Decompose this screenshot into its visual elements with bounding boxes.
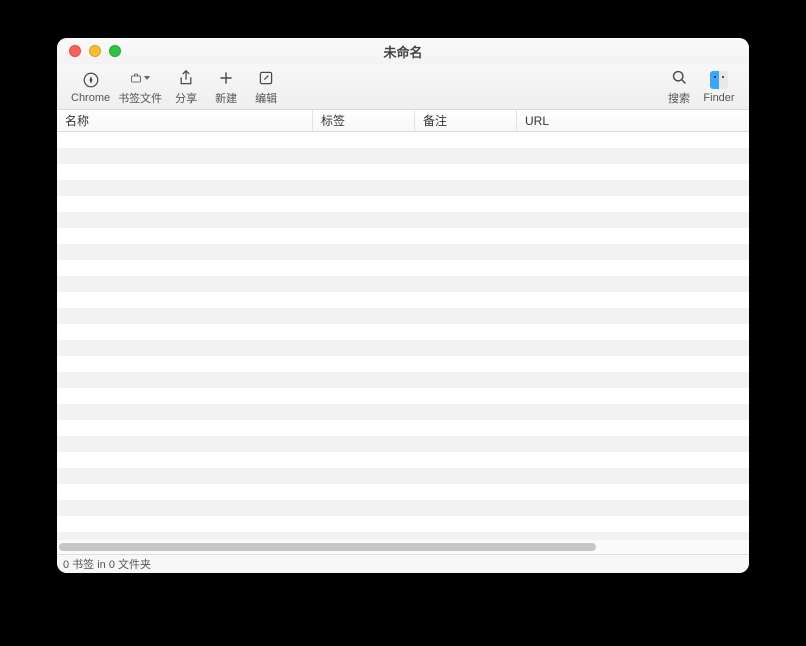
share-label: 分享 [175, 90, 197, 106]
horizontal-scrollbar-track[interactable] [57, 540, 749, 554]
table-body [57, 132, 749, 540]
table-row[interactable] [57, 468, 749, 484]
table-row[interactable] [57, 132, 749, 148]
toolbar: Chrome 书签文件 分享 [57, 64, 749, 110]
table-row[interactable] [57, 148, 749, 164]
zoom-window-button[interactable] [109, 45, 121, 57]
briefcase-icon [130, 68, 150, 88]
table-row[interactable] [57, 356, 749, 372]
column-header-name[interactable]: 名称 [57, 110, 313, 131]
table-row[interactable] [57, 276, 749, 292]
table-row[interactable] [57, 436, 749, 452]
table-row[interactable] [57, 484, 749, 500]
finder-label: Finder [703, 92, 734, 104]
titlebar: 未命名 [57, 38, 749, 64]
table-row[interactable] [57, 292, 749, 308]
plus-icon [216, 68, 236, 88]
table-row[interactable] [57, 388, 749, 404]
column-header-url[interactable]: URL [517, 110, 749, 131]
table-row[interactable] [57, 260, 749, 276]
table-row[interactable] [57, 532, 749, 540]
bookmarks-file-label: 书签文件 [118, 90, 162, 106]
table-row[interactable] [57, 340, 749, 356]
table-row[interactable] [57, 164, 749, 180]
table-row[interactable] [57, 516, 749, 532]
edit-icon [256, 68, 276, 88]
search-label: 搜索 [668, 90, 690, 106]
table-row[interactable] [57, 324, 749, 340]
table-row[interactable] [57, 500, 749, 516]
share-icon [176, 68, 196, 88]
finder-button[interactable]: Finder [699, 65, 739, 109]
bookmarks-file-button[interactable]: 书签文件 [114, 65, 166, 109]
compass-icon [81, 70, 101, 90]
table-header: 名称 标签 备注 URL [57, 110, 749, 132]
table-row[interactable] [57, 180, 749, 196]
column-header-tag[interactable]: 标签 [313, 110, 415, 131]
table-row[interactable] [57, 212, 749, 228]
table-row[interactable] [57, 404, 749, 420]
table-row[interactable] [57, 420, 749, 436]
table-row[interactable] [57, 308, 749, 324]
status-text: 0 书签 in 0 文件夹 [63, 556, 151, 572]
chrome-label: Chrome [71, 92, 110, 104]
search-button[interactable]: 搜索 [659, 65, 699, 109]
table-row[interactable] [57, 452, 749, 468]
app-window: 未命名 Chrome 书签文件 [57, 38, 749, 573]
status-bar: 0 书签 in 0 文件夹 [57, 554, 749, 573]
minimize-window-button[interactable] [89, 45, 101, 57]
edit-label: 编辑 [255, 90, 277, 106]
table-row[interactable] [57, 196, 749, 212]
edit-button[interactable]: 编辑 [246, 65, 286, 109]
close-window-button[interactable] [69, 45, 81, 57]
column-header-note[interactable]: 备注 [415, 110, 517, 131]
new-button[interactable]: 新建 [206, 65, 246, 109]
traffic-lights [57, 38, 121, 64]
table-row[interactable] [57, 244, 749, 260]
chrome-button[interactable]: Chrome [67, 65, 114, 109]
finder-icon [709, 70, 729, 90]
window-title: 未命名 [57, 42, 749, 61]
table-row[interactable] [57, 372, 749, 388]
chevron-down-icon [144, 76, 150, 80]
horizontal-scrollbar-thumb[interactable] [59, 543, 596, 551]
share-button[interactable]: 分享 [166, 65, 206, 109]
table-row[interactable] [57, 228, 749, 244]
new-label: 新建 [215, 90, 237, 106]
search-icon [669, 68, 689, 88]
